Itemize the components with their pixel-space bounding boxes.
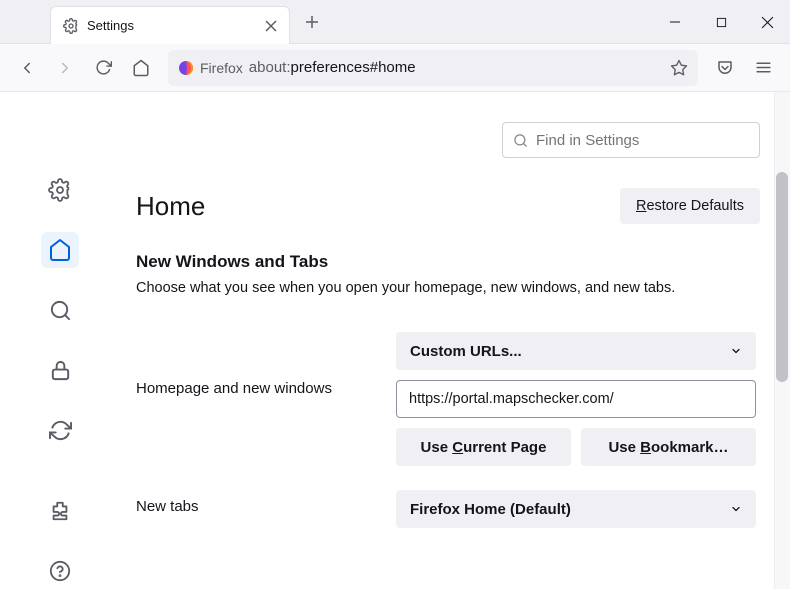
use-bookmark-button[interactable]: Use Bookmark… (581, 428, 756, 466)
settings-sidebar (0, 92, 120, 589)
homepage-label: Homepage and new windows (136, 332, 376, 397)
browser-tab[interactable]: Settings (50, 6, 290, 44)
url-bar[interactable]: Firefox about:preferences#home (168, 50, 698, 86)
identity-box[interactable]: Firefox (178, 60, 243, 76)
window-controls (652, 0, 790, 43)
search-icon (513, 133, 528, 148)
tab-title: Settings (87, 18, 261, 33)
reload-button[interactable] (86, 51, 120, 85)
page-title: Home (136, 191, 205, 222)
home-button[interactable] (124, 51, 158, 85)
scrollbar[interactable] (774, 92, 790, 589)
restore-defaults-button[interactable]: Restore Defaults (620, 188, 760, 224)
pocket-button[interactable] (708, 51, 742, 85)
firefox-icon (178, 60, 194, 76)
sidebar-privacy[interactable] (41, 352, 79, 388)
section-description: Choose what you see when you open your h… (136, 280, 760, 296)
section-title: New Windows and Tabs (136, 252, 760, 272)
scrollbar-thumb[interactable] (776, 172, 788, 382)
sidebar-home[interactable] (41, 232, 79, 268)
close-icon[interactable] (261, 16, 281, 36)
forward-button[interactable] (48, 51, 82, 85)
homepage-mode-dropdown[interactable]: Custom URLs... (396, 332, 756, 370)
identity-label: Firefox (200, 60, 243, 76)
maximize-button[interactable] (698, 0, 744, 44)
homepage-row: Homepage and new windows Custom URLs... … (136, 332, 760, 466)
newtabs-dropdown[interactable]: Firefox Home (Default) (396, 490, 756, 528)
bookmark-star-icon[interactable] (670, 59, 688, 77)
minimize-button[interactable] (652, 0, 698, 44)
url-text: about:preferences#home (249, 59, 416, 76)
sidebar-extensions[interactable] (41, 493, 79, 529)
find-in-settings[interactable] (502, 122, 760, 158)
menu-button[interactable] (746, 51, 780, 85)
main-panel: Home Restore Defaults New Windows and Ta… (120, 92, 790, 589)
titlebar: Settings (0, 0, 790, 44)
close-window-button[interactable] (744, 0, 790, 44)
chevron-down-icon (730, 503, 742, 515)
dropdown-value: Custom URLs... (410, 343, 522, 360)
gear-icon (63, 18, 79, 34)
newtabs-row: New tabs Firefox Home (Default) (136, 490, 760, 528)
use-current-page-button[interactable]: Use Current Page (396, 428, 571, 466)
newtabs-label: New tabs (136, 490, 376, 515)
sidebar-search[interactable] (41, 292, 79, 328)
toolbar: Firefox about:preferences#home (0, 44, 790, 92)
sidebar-help[interactable] (41, 553, 79, 589)
sidebar-general[interactable] (41, 172, 79, 208)
dropdown-value: Firefox Home (Default) (410, 501, 571, 518)
content-area: Home Restore Defaults New Windows and Ta… (0, 92, 790, 589)
homepage-url-input[interactable] (396, 380, 756, 418)
back-button[interactable] (10, 51, 44, 85)
sidebar-sync[interactable] (41, 413, 79, 449)
chevron-down-icon (730, 345, 742, 357)
new-tab-button[interactable] (298, 8, 326, 36)
search-input[interactable] (536, 132, 749, 149)
